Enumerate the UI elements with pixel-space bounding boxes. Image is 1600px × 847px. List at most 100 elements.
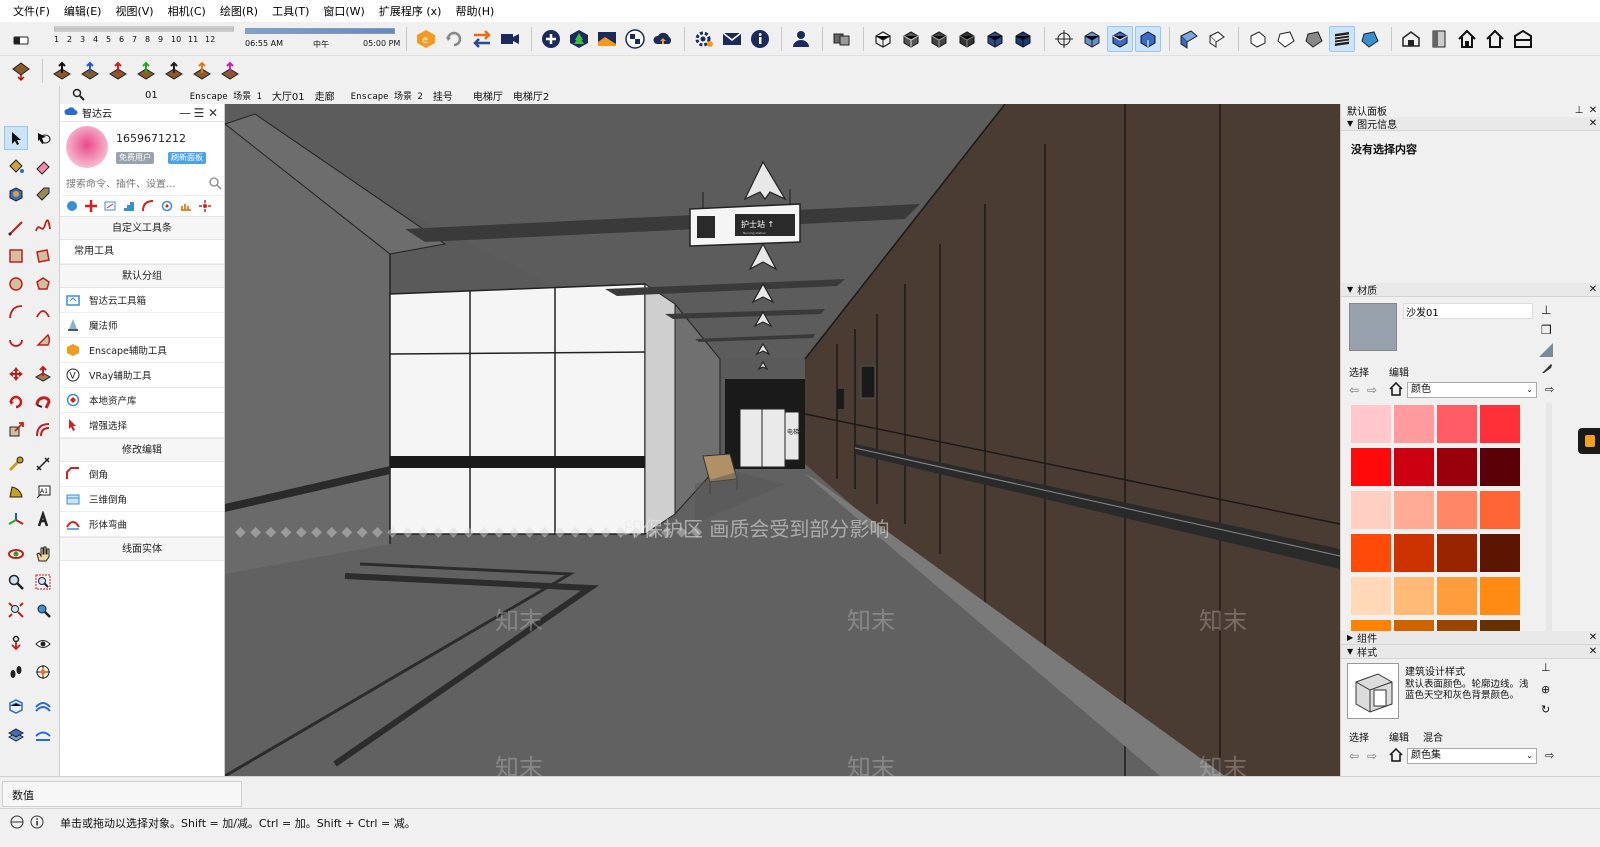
push-pull-tool-icon[interactable] <box>31 362 55 386</box>
orbit-axes-icon[interactable] <box>1051 26 1077 52</box>
three-point-arc-icon[interactable] <box>4 328 28 352</box>
make-component-icon[interactable] <box>4 182 28 206</box>
wireframe-icon[interactable] <box>926 26 952 52</box>
color-swatch[interactable] <box>1480 577 1520 615</box>
scale-tool-icon[interactable] <box>4 418 28 442</box>
circle-icon[interactable] <box>4 272 28 296</box>
shapes-icon[interactable] <box>66 200 78 212</box>
walk-icon[interactable] <box>4 660 28 684</box>
pan-hand-icon[interactable] <box>31 542 55 566</box>
color-swatch[interactable] <box>1351 534 1391 572</box>
color-swatch[interactable] <box>1437 534 1477 572</box>
color-swatch[interactable] <box>1437 491 1477 529</box>
entity-info-header[interactable]: ▼ 图元信息 ✕ <box>1341 117 1600 131</box>
face-style-1-icon[interactable] <box>1245 26 1271 52</box>
scene-tab[interactable]: Enscape 场景 2 <box>346 89 428 102</box>
rotated-rectangle-icon[interactable] <box>31 244 55 268</box>
enscape-logo-icon[interactable]: e <box>413 26 439 52</box>
sandbox-contours-icon[interactable] <box>4 694 28 718</box>
menu-camera[interactable]: 相机(C) <box>161 3 213 19</box>
two-point-arc-icon[interactable] <box>31 300 55 324</box>
landscape-icon[interactable] <box>594 26 620 52</box>
tree-icon[interactable] <box>566 26 592 52</box>
color-swatch[interactable] <box>1480 534 1520 572</box>
polygon-icon[interactable] <box>31 272 55 296</box>
move-x-icon[interactable] <box>49 58 75 84</box>
stair-icon[interactable] <box>123 200 135 212</box>
back-arrow-icon[interactable]: ⇦ <box>1349 383 1359 397</box>
face-style-5-icon[interactable] <box>1357 26 1383 52</box>
pie-icon[interactable] <box>31 328 55 352</box>
zoom-extents-icon[interactable] <box>4 598 28 622</box>
rotate-icon[interactable] <box>161 200 173 212</box>
axes-tool-icon[interactable] <box>4 508 28 532</box>
close-icon[interactable]: ✕ <box>1586 118 1600 129</box>
scene-tab[interactable]: 电梯厅2 <box>508 88 554 103</box>
shadow-date-slider[interactable]: 1 2 3 4 5 6 7 8 9 10 11 12 <box>54 26 234 44</box>
components-icon[interactable] <box>829 26 855 52</box>
close-icon[interactable]: ✕ <box>1586 284 1600 295</box>
plugin-item[interactable]: 形体弯曲 <box>60 512 224 537</box>
line-tool-icon[interactable] <box>4 216 28 240</box>
color-swatch[interactable] <box>1394 534 1434 572</box>
color-swatch[interactable] <box>1437 405 1477 443</box>
move-icon[interactable] <box>85 200 97 212</box>
zoom-window-icon[interactable] <box>31 570 55 594</box>
plugin-item[interactable]: 三维倒角 <box>60 487 224 512</box>
menu-extensions[interactable]: 扩展程序 (x) <box>372 3 449 19</box>
top-view-icon[interactable] <box>1107 25 1133 52</box>
geo-location-icon[interactable] <box>10 815 24 832</box>
refresh-panel-button[interactable]: 刷新面板 <box>168 152 206 164</box>
components-header[interactable]: ▶ 组件 ✕ <box>1341 631 1600 645</box>
search-icon[interactable] <box>72 88 86 105</box>
explode-icon[interactable] <box>199 200 211 212</box>
house-outline-icon[interactable] <box>1482 26 1508 52</box>
look-around-icon[interactable] <box>31 632 55 656</box>
color-swatch[interactable] <box>1437 448 1477 486</box>
curve-icon[interactable] <box>142 200 154 212</box>
model-viewport[interactable]: 电梯厅 护士站 ↑ Nursing station ◆ ◆ ◆ ◆ ◆ ◆ ◆ … <box>225 104 1340 776</box>
face-style-2-icon[interactable] <box>1273 26 1299 52</box>
color-swatch[interactable] <box>1394 577 1434 615</box>
material-swatch-preview[interactable] <box>1349 303 1397 351</box>
close-icon[interactable]: ✕ <box>1586 646 1600 657</box>
front-view-icon[interactable] <box>1135 25 1161 52</box>
search-icon[interactable] <box>208 176 222 193</box>
orbit-tool-icon[interactable] <box>4 542 28 566</box>
lock-icon[interactable]: ⊥ <box>1541 661 1551 674</box>
mail-icon[interactable] <box>719 26 745 52</box>
section-plane-tool-icon[interactable] <box>31 660 55 684</box>
info-icon[interactable] <box>747 26 773 52</box>
color-swatch[interactable] <box>1351 405 1391 443</box>
details-arrow-icon[interactable]: ⇨ <box>1545 383 1554 396</box>
plugin-item[interactable]: 倒角 <box>60 462 224 487</box>
zoom-icon[interactable] <box>4 570 28 594</box>
close-icon[interactable]: ✕ <box>1586 632 1600 643</box>
sync-arrows-icon[interactable] <box>469 26 495 52</box>
color-swatch[interactable] <box>1394 448 1434 486</box>
home-icon[interactable] <box>1389 747 1403 765</box>
tape-measure-icon[interactable] <box>4 452 28 476</box>
cloud-upload-icon[interactable] <box>650 26 676 52</box>
display-section-icon[interactable] <box>1204 26 1230 52</box>
forward-arrow-icon[interactable]: ⇨ <box>1367 383 1377 397</box>
building-icon[interactable] <box>1510 26 1536 52</box>
command-search-input[interactable] <box>66 179 208 190</box>
menu-draw[interactable]: 绘图(R) <box>213 3 265 19</box>
home-icon[interactable] <box>1389 381 1403 399</box>
styles-header[interactable]: ▼ 样式 ✕ <box>1341 645 1600 659</box>
scene-tab[interactable]: 01 <box>140 90 163 101</box>
rectangle-icon[interactable] <box>4 244 28 268</box>
checker-sphere-icon[interactable] <box>622 26 648 52</box>
back-arrow-icon[interactable]: ⇦ <box>1349 749 1359 763</box>
menu-help[interactable]: 帮助(H) <box>448 3 501 19</box>
menu-edit[interactable]: 编辑(E) <box>57 3 109 19</box>
scene-tab[interactable]: Enscape 场景 1 <box>185 89 267 102</box>
tab-mix[interactable]: 混合 <box>1423 729 1443 744</box>
hidden-line-icon[interactable] <box>954 26 980 52</box>
create-style-icon[interactable]: ⊕ <box>1541 683 1550 696</box>
plugin-item[interactable]: Enscape辅助工具 <box>60 338 224 363</box>
info-icon[interactable] <box>30 815 44 832</box>
drape-icon[interactable] <box>31 722 55 746</box>
close-icon[interactable]: ✕ <box>206 106 220 120</box>
